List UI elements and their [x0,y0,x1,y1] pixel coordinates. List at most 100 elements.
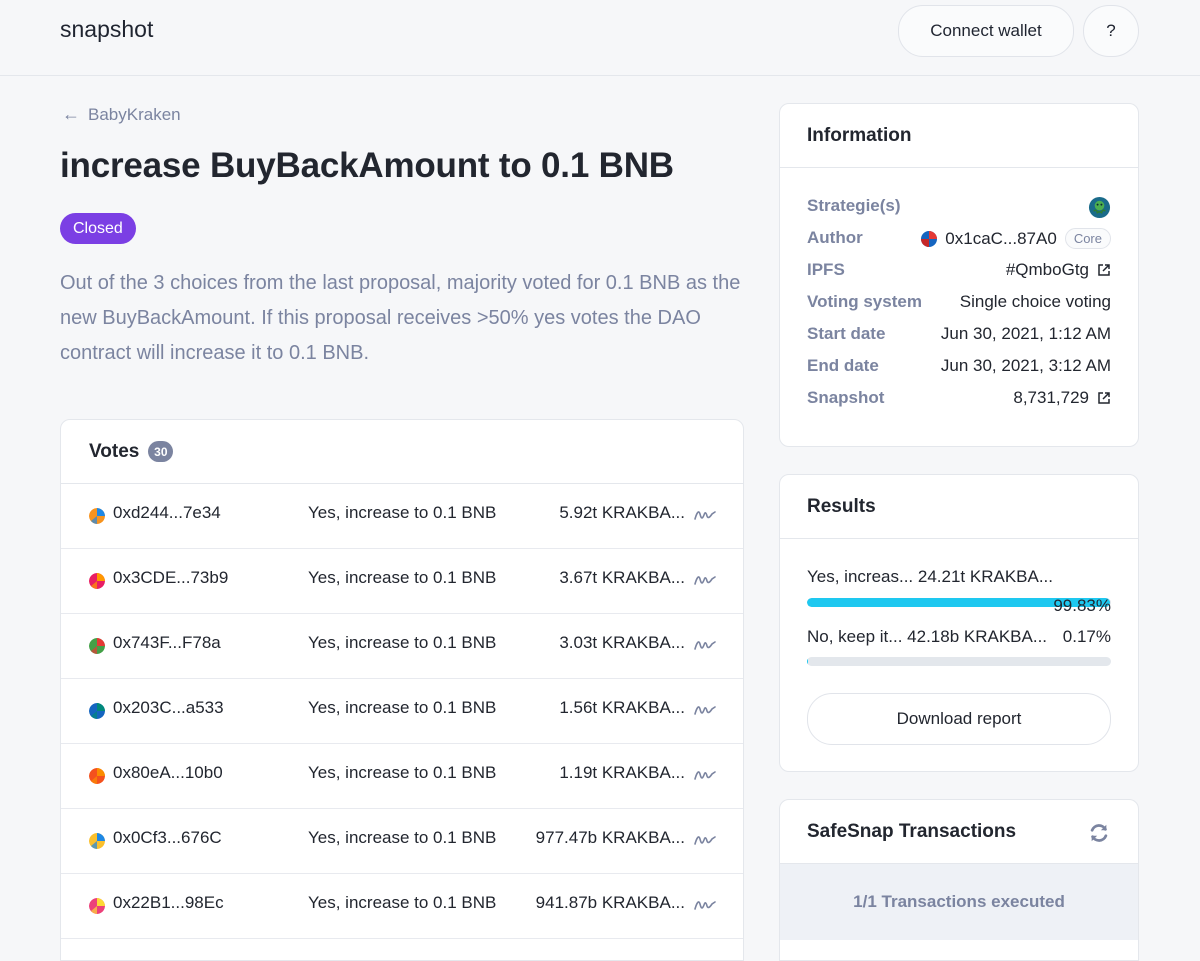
top-bar: snapshot Connect wallet ? [0,0,1200,76]
signature-icon[interactable] [693,896,717,914]
strategies-value[interactable] [1088,196,1111,219]
result-yes-line: Yes, increas... 24.21t KRAKBA... [807,567,1111,587]
safesnap-header: SafeSnap Transactions [780,800,1138,864]
vote-choice: Yes, increase to 0.1 BNB [308,763,497,782]
snapshot-block: 8,731,729 [1013,388,1089,407]
safesnap-title: SafeSnap Transactions [807,820,1017,842]
vote-row: 0x3CDE...73b9 Yes, increase to 0.1 BNB 3.6… [61,549,743,614]
strategy-avatar-icon [1088,196,1111,219]
status-badge: Closed [60,213,136,244]
information-title: Information [807,124,912,146]
result-no-label: No, keep it... 42.18b KRAKBA... [807,627,1048,646]
vote-choice: Yes, increase to 0.1 BNB [308,503,497,522]
voter-avatar-icon [89,703,105,719]
voter-address[interactable]: 0x203C...a533 [113,698,224,718]
results-card: Results Yes, increas... 24.21t KRAKBA...… [779,474,1139,772]
info-row-ipfs: IPFS #QmboGtg [780,254,1138,286]
ipfs-hash: #QmboGtg [1005,260,1089,279]
info-row-voting-system: Voting system Single choice voting [780,286,1138,318]
signature-icon[interactable] [693,831,717,849]
results-header: Results [780,475,1138,539]
vote-choice: Yes, increase to 0.1 BNB [308,568,497,587]
result-no-line: No, keep it... 42.18b KRAKBA... 0.17% [807,627,1111,647]
back-link[interactable]: ← BabyKraken [62,104,181,125]
vote-row: 0x22B1...98Ec Yes, increase to 0.1 BNB 941… [61,874,743,939]
vote-power: 977.47b KRAKBA... [535,828,685,847]
result-no-bar [807,657,1111,666]
external-link-icon [1098,392,1110,404]
voter-avatar-icon [89,573,105,589]
proposal-description: Out of the 3 choices from the last propo… [60,272,741,364]
signature-icon[interactable] [693,636,717,654]
signature-icon[interactable] [693,571,717,589]
votes-list: 0xd244...7e34 Yes, increase to 0.1 BNB 5.9… [61,484,743,939]
voter-avatar-icon [89,833,105,849]
refresh-icon[interactable] [1088,822,1110,844]
voter-avatar-icon [89,638,105,654]
author-label: Author [807,228,863,247]
vote-choice: Yes, increase to 0.1 BNB [308,828,497,847]
connect-wallet-button[interactable]: Connect wallet [898,5,1074,57]
help-button[interactable]: ? [1083,5,1139,57]
vote-power: 3.03t KRAKBA... [559,633,685,652]
votes-count-badge: 30 [148,441,174,462]
info-row-start-date: Start date Jun 30, 2021, 1:12 AM [780,318,1138,350]
voter-address[interactable]: 0x22B1...98Ec [113,893,224,913]
vote-row: 0xd244...7e34 Yes, increase to 0.1 BNB 5.9… [61,484,743,549]
strategies-label: Strategie(s) [807,196,901,215]
snapshot-link[interactable]: 8,731,729 [1013,388,1111,408]
signature-icon[interactable] [693,506,717,524]
ipfs-label: IPFS [807,260,845,279]
vote-choice: Yes, increase to 0.1 BNB [308,893,497,912]
vote-power: 3.67t KRAKBA... [559,568,685,587]
voter-address[interactable]: 0x743F...F78a [113,633,221,653]
voter-address[interactable]: 0x0Cf3...676C [113,828,222,848]
safesnap-card: SafeSnap Transactions 1/1 Transactions e… [779,799,1139,961]
snapshot-label: Snapshot [807,388,885,407]
vote-power: 941.87b KRAKBA... [535,893,685,912]
votes-title: Votes [89,440,140,462]
vote-row: 0x0Cf3...676C Yes, increase to 0.1 BNB 977… [61,809,743,874]
voter-avatar-icon [89,508,105,524]
end-date-label: End date [807,356,879,375]
start-date-value: Jun 30, 2021, 1:12 AM [940,324,1111,343]
author-avatar-icon [921,230,938,247]
information-card: Information Strategie(s) Author 0x1caC..… [779,103,1139,447]
core-tag: Core [1064,228,1111,249]
information-header: Information [780,104,1138,168]
ipfs-link[interactable]: #QmboGtg [1006,260,1111,280]
author-value[interactable]: 0x1caC...87A0 Core [921,228,1111,249]
info-row-end-date: End date Jun 30, 2021, 3:12 AM [780,350,1138,382]
result-no-bar-fill [807,657,809,666]
external-link-icon [1098,264,1110,276]
vote-row: 0x203C...a533 Yes, increase to 0.1 BNB 1.5… [61,679,743,744]
start-date-label: Start date [807,324,886,343]
voter-address[interactable]: 0x3CDE...73b9 [113,568,228,588]
vote-row: 0x80eA...10b0 Yes, increase to 0.1 BNB 1.1… [61,744,743,809]
download-report-button[interactable]: Download report [807,693,1111,745]
result-yes-percent: 99.83% [1053,596,1111,615]
vote-choice: Yes, increase to 0.1 BNB [308,698,497,717]
safesnap-status: 1/1 Transactions executed [780,864,1138,940]
vote-power: 1.56t KRAKBA... [559,698,685,717]
back-link-label: BabyKraken [88,104,181,124]
arrow-left-icon: ← [62,104,80,124]
vote-power: 5.92t KRAKBA... [559,503,685,522]
voting-system-label: Voting system [807,292,922,311]
voter-avatar-icon [89,768,105,784]
vote-choice: Yes, increase to 0.1 BNB [308,633,497,652]
proposal-title: increase BuyBackAmount to 0.1 BNB [60,146,674,185]
voter-avatar-icon [89,898,105,914]
brand-logo[interactable]: snapshot [60,16,153,43]
voter-address[interactable]: 0xd244...7e34 [113,503,221,523]
vote-row: 0x743F...F78a Yes, increase to 0.1 BNB 3.0… [61,614,743,679]
votes-card: Votes 30 0xd244...7e34 Yes, increase to 0… [60,419,744,961]
info-row-snapshot: Snapshot 8,731,729 [780,382,1138,414]
info-row-strategies: Strategie(s) [780,190,1138,222]
result-yes-label: Yes, increas... 24.21t KRAKBA... [807,567,1054,586]
signature-icon[interactable] [693,701,717,719]
voter-address[interactable]: 0x80eA...10b0 [113,763,223,783]
vote-power: 1.19t KRAKBA... [559,763,685,782]
votes-header: Votes 30 [61,420,743,484]
signature-icon[interactable] [693,766,717,784]
